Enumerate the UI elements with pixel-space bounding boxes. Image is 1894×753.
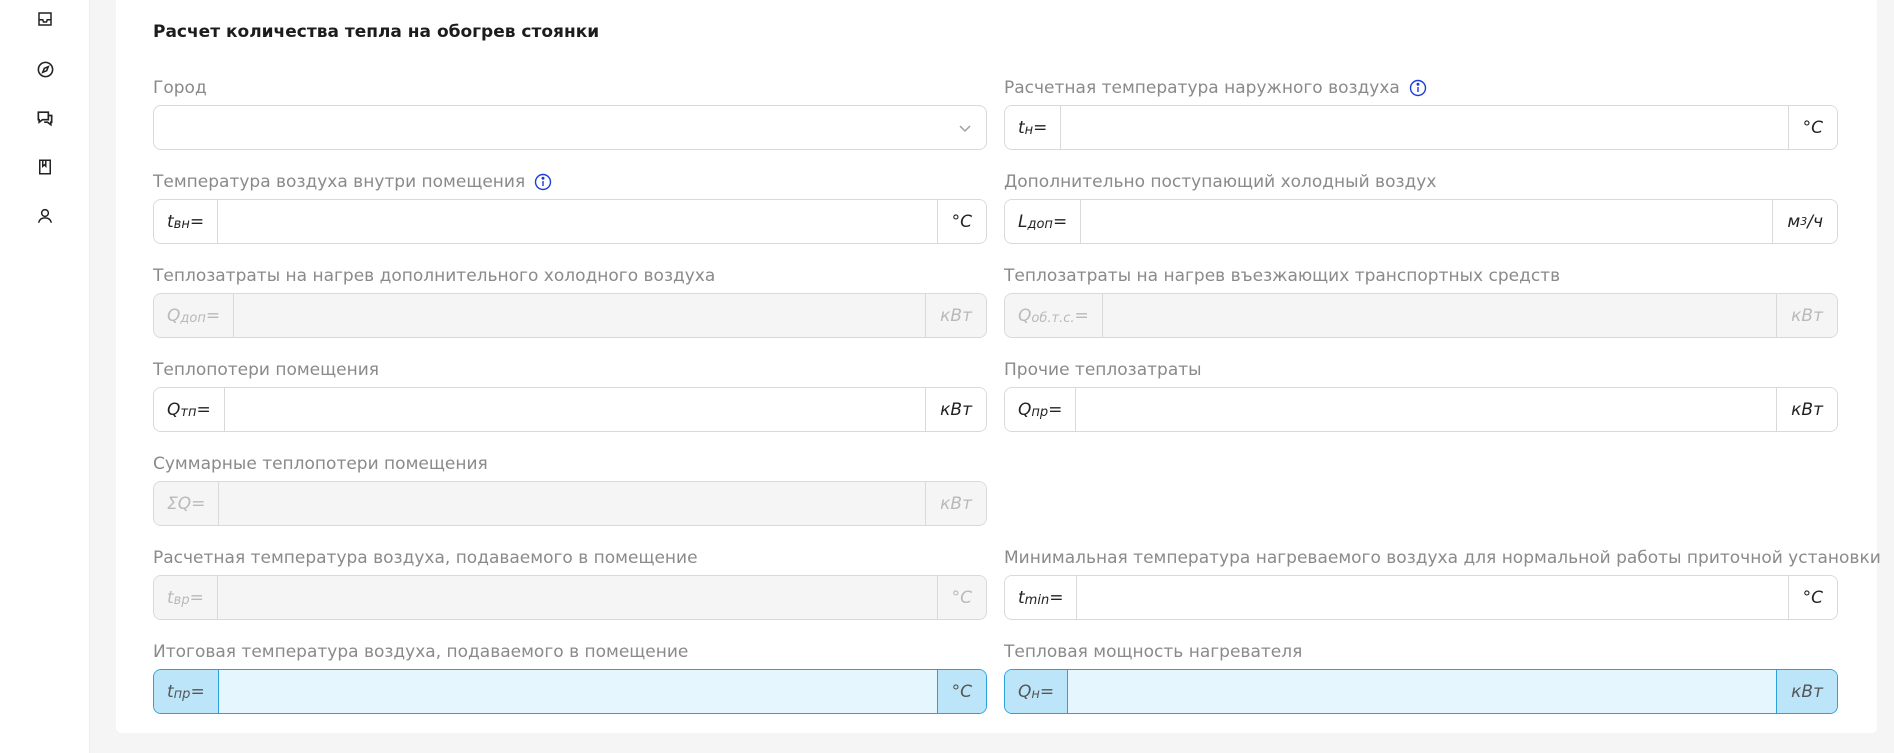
heat-losses-group: Qтп = кВт <box>153 387 987 432</box>
indoor-temp-field: Температура воздуха внутри помещения t вн… <box>153 170 987 244</box>
extra-air-label: Дополнительно поступающий холодный возду… <box>1004 172 1437 192</box>
extra-air-field: Дополнительно поступающий холодный возду… <box>1004 170 1838 244</box>
total-losses-prefix: ΣQ = <box>154 482 220 525</box>
heater-power-input[interactable] <box>1068 670 1777 713</box>
total-losses-group: ΣQ = кВт <box>153 481 987 526</box>
extra-air-group: Lдоп = м 3/ч <box>1004 199 1838 244</box>
heater-power-prefix: Qн = <box>1005 670 1069 713</box>
book-icon[interactable] <box>32 154 58 180</box>
min-temp-input[interactable] <box>1077 576 1788 619</box>
extra-heat-prefix: Qдоп = <box>154 294 235 337</box>
vehicle-heat-prefix: Qоб.т.с. = <box>1005 294 1103 337</box>
inbox-icon[interactable] <box>32 6 58 32</box>
supply-temp-calc-unit: °C <box>936 576 986 619</box>
city-select[interactable] <box>153 105 987 150</box>
vehicle-heat-input <box>1102 294 1777 337</box>
extra-air-unit: м 3/ч <box>1772 200 1837 243</box>
heat-losses-input[interactable] <box>224 388 926 431</box>
vehicle-heat-group: Qоб.т.с. = кВт <box>1004 293 1838 338</box>
calculation-card: Расчет количества тепла на обогрев стоян… <box>116 0 1881 733</box>
indoor-temp-label: Температура воздуха внутри помещения <box>153 172 526 192</box>
vehicle-heat-field: Теплозатраты на нагрев въезжающих трансп… <box>1004 264 1838 338</box>
city-field: Город <box>153 76 987 150</box>
total-losses-label: Суммарные теплопотери помещения <box>153 454 488 474</box>
total-losses-input <box>219 482 926 525</box>
total-losses-field: Суммарные теплопотери помещения ΣQ = кВт <box>153 452 987 526</box>
supply-temp-final-prefix: t пр = <box>154 670 219 713</box>
other-heat-input[interactable] <box>1076 388 1777 431</box>
heater-power-label: Тепловая мощность нагревателя <box>1004 642 1303 662</box>
sidebar <box>0 0 90 753</box>
extra-heat-label: Теплозатраты на нагрев дополнительного х… <box>153 266 716 286</box>
indoor-temp-prefix: t вн = <box>154 200 219 243</box>
extra-air-prefix: Lдоп = <box>1005 200 1082 243</box>
supply-temp-calc-input <box>217 576 937 619</box>
extra-air-input[interactable] <box>1081 200 1773 243</box>
chevron-down-icon <box>957 120 973 136</box>
supply-temp-final-group: t пр = °C <box>153 669 987 714</box>
heat-losses-field: Теплопотери помещения Qтп = кВт <box>153 358 987 432</box>
info-icon[interactable] <box>1409 79 1427 97</box>
outdoor-temp-group: tн = °C <box>1004 105 1838 150</box>
extra-heat-unit: кВт <box>925 294 986 337</box>
heat-losses-prefix: Qтп = <box>154 388 225 431</box>
extra-heat-input <box>234 294 926 337</box>
min-temp-label: Минимальная температура нагреваемого воз… <box>1004 548 1881 568</box>
compass-icon[interactable] <box>32 56 58 82</box>
page-title: Расчет количества тепла на обогрев стоян… <box>153 22 600 42</box>
vehicle-heat-unit: кВт <box>1776 294 1837 337</box>
other-heat-label: Прочие теплозатраты <box>1004 360 1202 380</box>
chat-icon[interactable] <box>32 105 58 131</box>
min-temp-prefix: t min = <box>1005 576 1078 619</box>
extra-heat-field: Теплозатраты на нагрев дополнительного х… <box>153 264 987 338</box>
heat-losses-unit: кВт <box>925 388 986 431</box>
min-temp-unit: °C <box>1787 576 1837 619</box>
heat-losses-label: Теплопотери помещения <box>153 360 380 380</box>
supply-temp-calc-prefix: t вр = <box>154 576 218 619</box>
other-heat-group: Qпр = кВт <box>1004 387 1838 432</box>
outdoor-temp-input[interactable] <box>1061 106 1788 149</box>
city-label: Город <box>153 78 207 98</box>
outdoor-temp-label: Расчетная температура наружного воздуха <box>1004 78 1400 98</box>
other-heat-prefix: Qпр = <box>1005 388 1077 431</box>
vehicle-heat-label: Теплозатраты на нагрев въезжающих трансп… <box>1004 266 1561 286</box>
other-heat-field: Прочие теплозатраты Qпр = кВт <box>1004 358 1838 432</box>
indoor-temp-group: t вн = °C <box>153 199 987 244</box>
heater-power-unit: кВт <box>1776 670 1837 713</box>
indoor-temp-input[interactable] <box>218 200 937 243</box>
indoor-temp-unit: °C <box>936 200 986 243</box>
supply-temp-calc-field: Расчетная температура воздуха, подаваемо… <box>153 546 987 620</box>
supply-temp-calc-group: t вр = °C <box>153 575 987 620</box>
supply-temp-final-field: Итоговая температура воздуха, подаваемог… <box>153 640 987 714</box>
supply-temp-final-label: Итоговая температура воздуха, подаваемог… <box>153 642 689 662</box>
supply-temp-calc-label: Расчетная температура воздуха, подаваемо… <box>153 548 698 568</box>
extra-heat-group: Qдоп = кВт <box>153 293 987 338</box>
heater-power-group: Qн = кВт <box>1004 669 1838 714</box>
supply-temp-final-unit: °C <box>936 670 986 713</box>
user-icon[interactable] <box>32 203 58 229</box>
min-temp-field: Минимальная температура нагреваемого воз… <box>1004 546 1881 620</box>
other-heat-unit: кВт <box>1776 388 1837 431</box>
min-temp-group: t min = °C <box>1004 575 1838 620</box>
outdoor-temp-prefix: tн = <box>1005 106 1062 149</box>
info-icon[interactable] <box>534 173 552 191</box>
total-losses-unit: кВт <box>925 482 986 525</box>
outdoor-temp-unit: °C <box>1787 106 1837 149</box>
heater-power-field: Тепловая мощность нагревателя Qн = кВт <box>1004 640 1838 714</box>
supply-temp-final-input[interactable] <box>218 670 937 713</box>
outdoor-temp-field: Расчетная температура наружного воздуха … <box>1004 76 1838 150</box>
